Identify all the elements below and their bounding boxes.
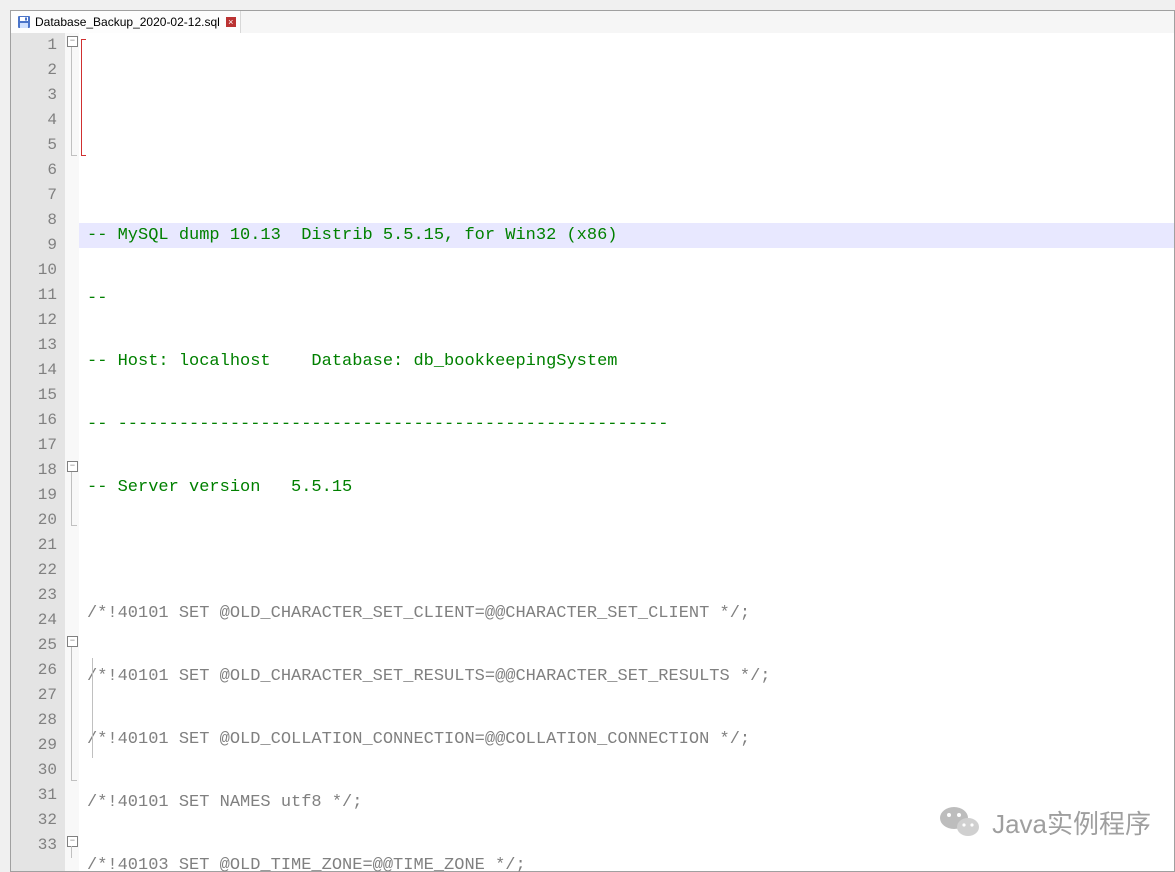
line-number: 18 (19, 458, 65, 483)
file-tab[interactable]: Database_Backup_2020-02-12.sql × (11, 11, 241, 33)
line-number: 19 (19, 483, 65, 508)
code-line: -- Server version 5.5.15 (79, 475, 1174, 500)
marker-margin (11, 33, 19, 871)
code-line: -- -------------------------------------… (79, 412, 1174, 437)
line-number: 21 (19, 533, 65, 558)
line-number: 30 (19, 758, 65, 783)
line-number: 22 (19, 558, 65, 583)
code-content[interactable]: -- MySQL dump 10.13 Distrib 5.5.15, for … (79, 33, 1174, 871)
fold-margin: − − − − (65, 33, 79, 871)
line-number: 7 (19, 183, 65, 208)
code-line: /*!40103 SET @OLD_TIME_ZONE=@@TIME_ZONE … (79, 853, 1174, 872)
line-number: 14 (19, 358, 65, 383)
line-number: 2 (19, 58, 65, 83)
line-number: 9 (19, 233, 65, 258)
line-number: 20 (19, 508, 65, 533)
fold-toggle-icon[interactable]: − (67, 836, 78, 847)
line-number: 32 (19, 808, 65, 833)
line-number: 15 (19, 383, 65, 408)
save-icon (17, 15, 31, 29)
line-number: 13 (19, 333, 65, 358)
line-number: 17 (19, 433, 65, 458)
code-line: /*!40101 SET @OLD_CHARACTER_SET_CLIENT=@… (79, 601, 1174, 626)
line-number-gutter: 1234567891011121314151617181920212223242… (19, 33, 65, 871)
fold-toggle-icon[interactable]: − (67, 636, 78, 647)
line-number: 27 (19, 683, 65, 708)
fold-toggle-icon[interactable]: − (67, 461, 78, 472)
code-line: /*!40101 SET @OLD_COLLATION_CONNECTION=@… (79, 727, 1174, 752)
editor-window: Database_Backup_2020-02-12.sql × 1234567… (10, 10, 1175, 872)
line-number: 10 (19, 258, 65, 283)
code-line: /*!40101 SET NAMES utf8 */; (79, 790, 1174, 815)
line-number: 24 (19, 608, 65, 633)
line-number: 1 (19, 33, 65, 58)
line-number: 3 (19, 83, 65, 108)
code-line: -- Host: localhost Database: db_bookkeep… (79, 349, 1174, 374)
code-line (79, 538, 1174, 563)
line-number: 6 (19, 158, 65, 183)
close-tab-icon[interactable]: × (226, 17, 236, 27)
line-number: 4 (19, 108, 65, 133)
line-number: 16 (19, 408, 65, 433)
line-number: 11 (19, 283, 65, 308)
fold-toggle-icon[interactable]: − (67, 36, 78, 47)
line-number: 31 (19, 783, 65, 808)
line-number: 5 (19, 133, 65, 158)
line-number: 33 (19, 833, 65, 858)
code-line: /*!40101 SET @OLD_CHARACTER_SET_RESULTS=… (79, 664, 1174, 689)
line-number: 29 (19, 733, 65, 758)
file-tab-label: Database_Backup_2020-02-12.sql (35, 15, 220, 29)
line-number: 28 (19, 708, 65, 733)
line-number: 25 (19, 633, 65, 658)
line-number: 8 (19, 208, 65, 233)
code-line: -- (79, 286, 1174, 311)
editor-area[interactable]: 1234567891011121314151617181920212223242… (11, 33, 1174, 871)
line-number: 23 (19, 583, 65, 608)
line-number: 26 (19, 658, 65, 683)
tab-bar: Database_Backup_2020-02-12.sql × (11, 11, 1174, 34)
line-number: 12 (19, 308, 65, 333)
code-line: -- MySQL dump 10.13 Distrib 5.5.15, for … (79, 223, 1174, 248)
